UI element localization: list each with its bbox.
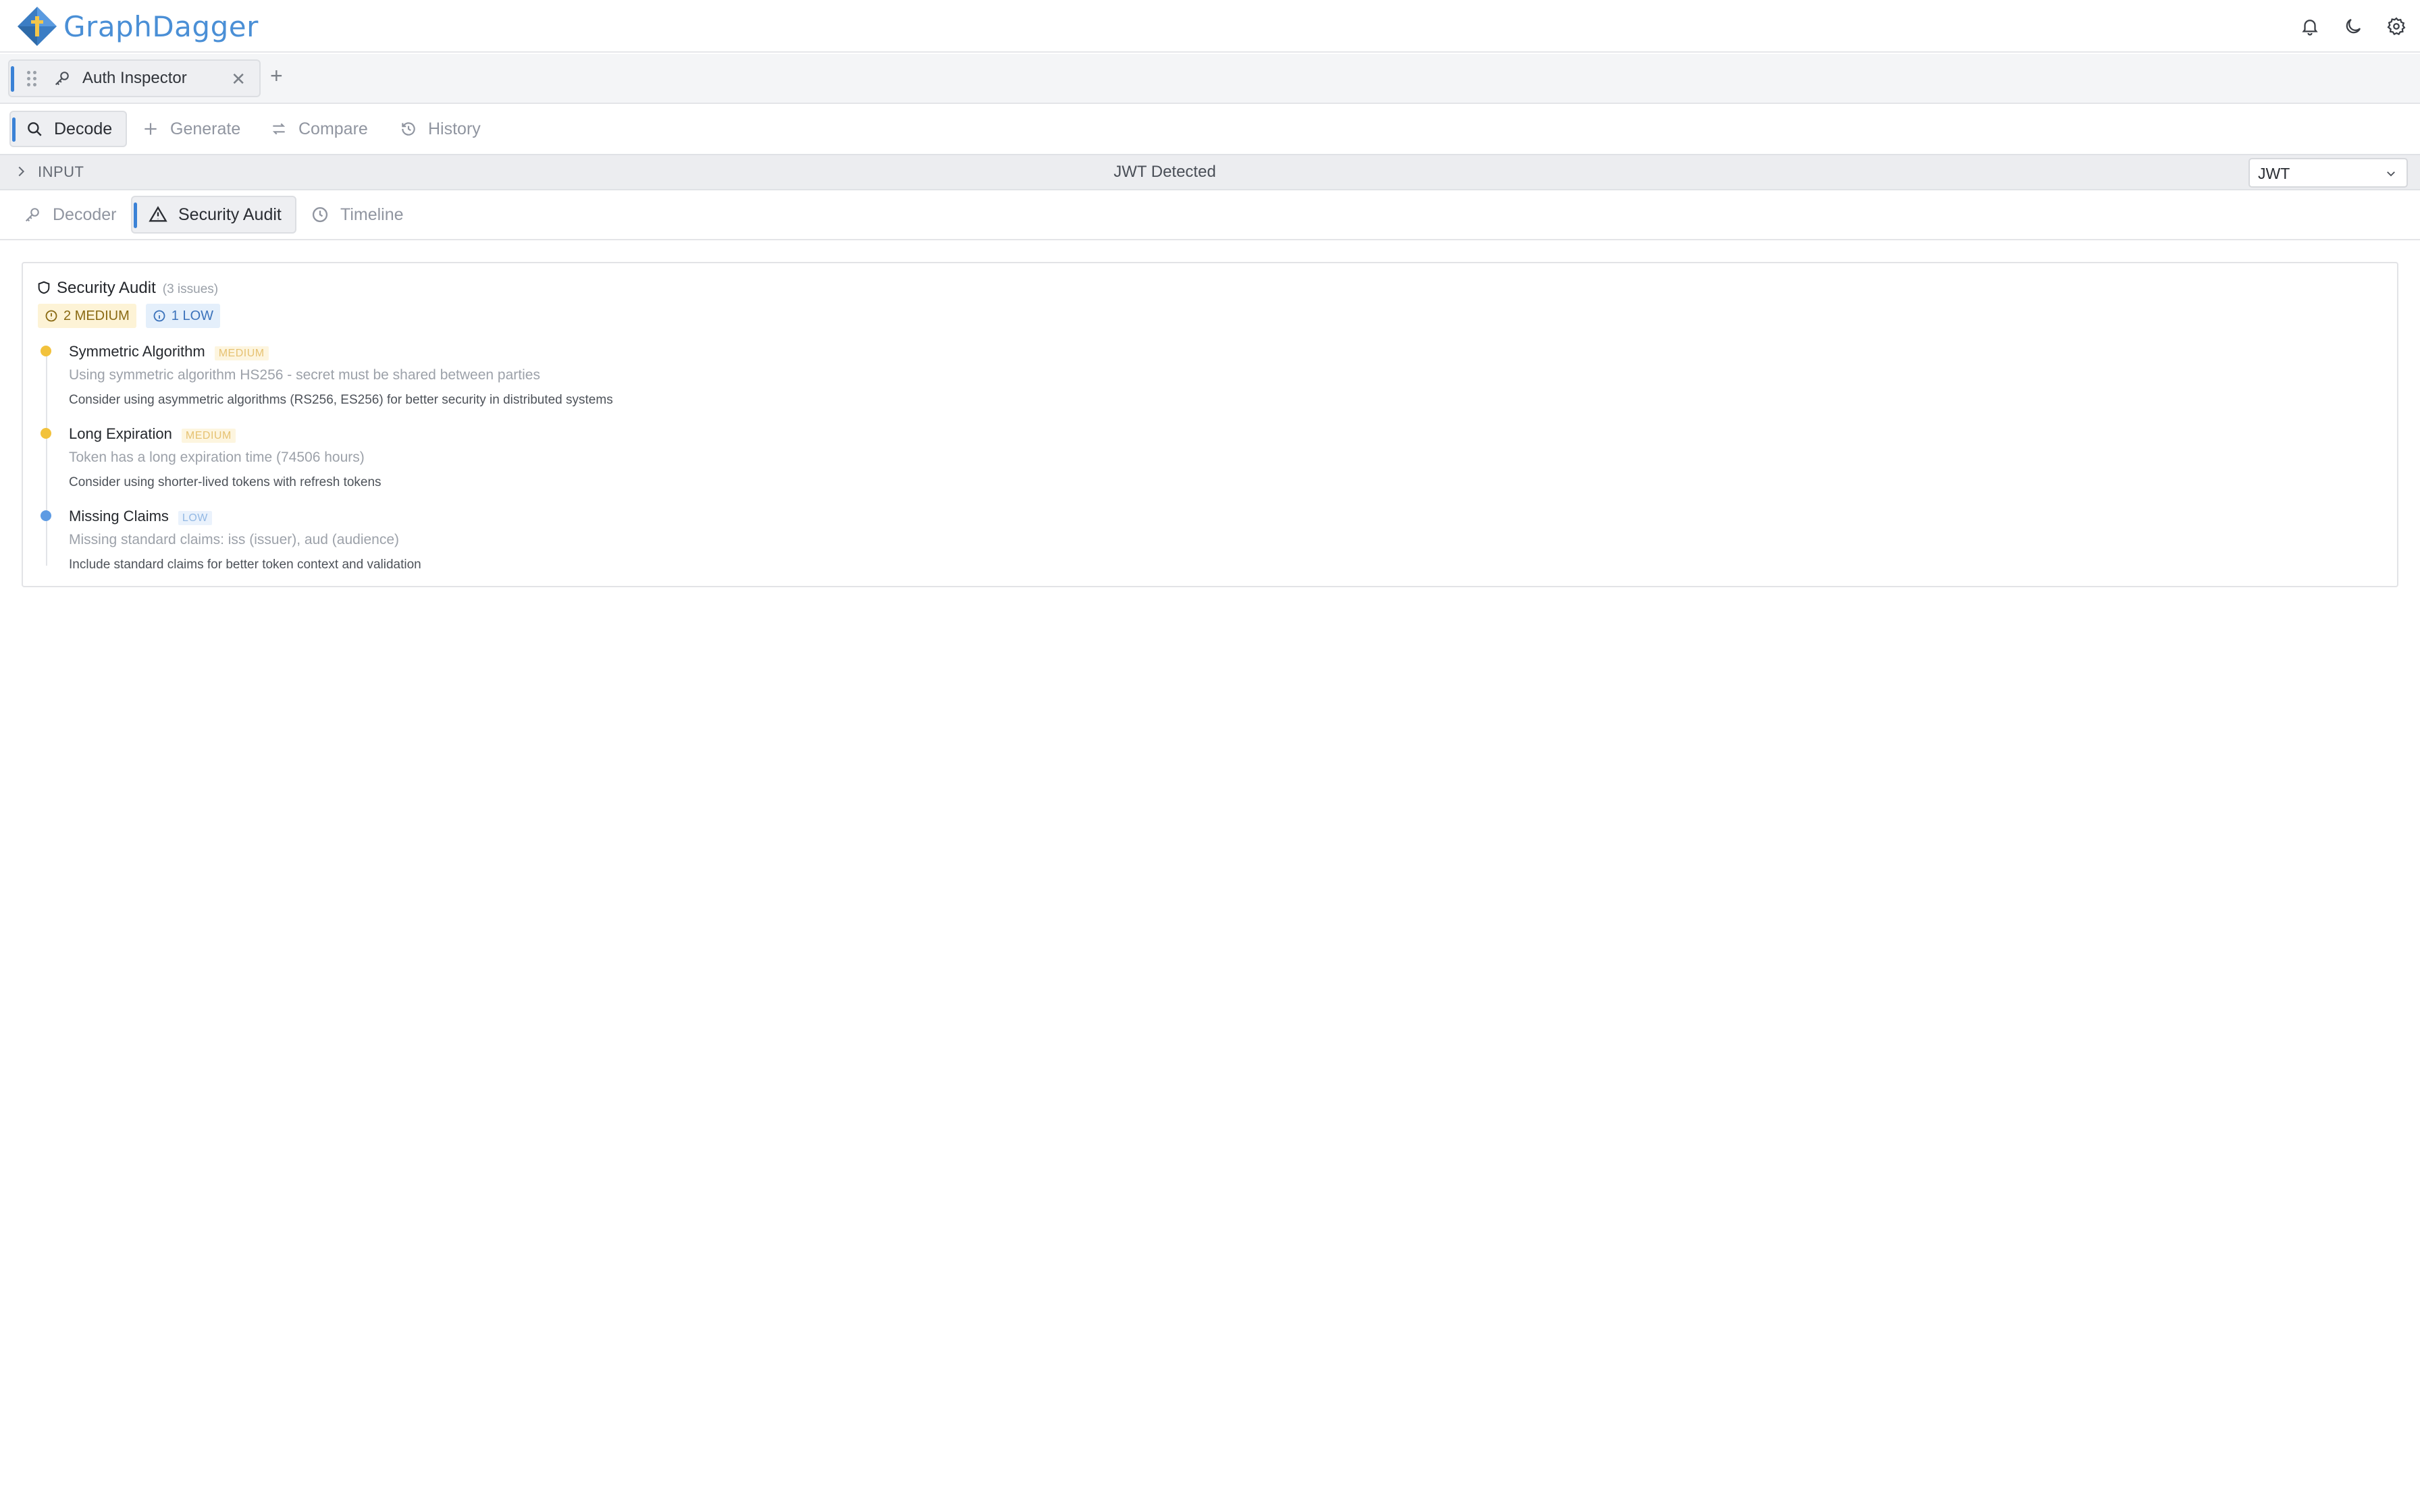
app-name: GraphDagger [63,9,259,43]
issue-description: Using symmetric algorithm HS256 - secret… [69,367,540,383]
generate-label: Generate [170,119,241,138]
compare-button[interactable]: Compare [270,111,368,147]
detection-status: JWT Detected [1113,163,1216,181]
issue-description: Token has a long expiration time (74506 … [69,450,365,465]
bell-icon[interactable] [2298,12,2321,40]
issue-name: Long Expiration MEDIUM [69,425,236,443]
app-logo[interactable]: GraphDagger [16,5,259,47]
tab-decoder-label: Decoder [53,205,117,224]
compare-label: Compare [298,119,368,138]
tab-decoder[interactable]: Decoder [23,196,117,234]
result-tabs: Decoder Security Audit Timeline [0,190,2420,240]
swap-icon [272,123,286,135]
issue-count: (3 issues) [162,282,219,296]
issue-description: Missing standard claims: iss (issuer), a… [69,532,400,547]
tab-strip: Auth Inspector ✕ + [0,54,2420,104]
tab-auth-inspector[interactable]: Auth Inspector ✕ [8,59,261,97]
close-tab-icon[interactable]: ✕ [231,69,246,90]
issue-recommendation: Consider using shorter-lived tokens with… [69,475,382,489]
low-count-label: 1 LOW [171,308,214,323]
audit-heading: Security Audit (3 issues) [36,278,218,298]
severity-badge: MEDIUM [214,346,269,360]
dagger-logo-icon [18,7,57,46]
issue-recommendation: Consider using asymmetric algorithms (RS… [69,393,613,407]
tab-timeline[interactable]: Timeline [311,196,404,234]
security-audit-card: Security Audit (3 issues) 2 MEDIUM 1 LOW… [22,262,2398,587]
search-icon [28,122,42,136]
severity-badge: MEDIUM [181,429,236,443]
tab-security-audit-label: Security Audit [178,205,282,224]
issue-timeline-line [46,351,47,566]
alert-circle-icon [45,310,57,322]
low-count-badge: 1 LOW [145,304,221,328]
app-header: GraphDagger [0,0,2420,53]
generate-button[interactable]: Generate [142,111,240,147]
severity-dot-low [41,510,51,521]
plus-icon [144,123,157,135]
warning-icon [149,206,167,222]
tab-security-audit[interactable]: Security Audit [131,196,296,234]
severity-badge: LOW [178,511,212,525]
severity-dot-medium [41,346,51,356]
chevron-down-icon [2387,171,2395,177]
key-icon [25,208,39,222]
medium-count-badge: 2 MEDIUM [38,304,136,328]
format-select[interactable]: JWT [2248,158,2408,188]
moon-icon[interactable] [2342,12,2365,40]
info-circle-icon [153,310,165,322]
history-icon [402,122,415,136]
format-select-value: JWT [2258,165,2290,182]
history-label: History [428,119,481,138]
severity-dot-medium [41,428,51,439]
decode-label: Decode [54,119,113,138]
medium-count-label: 2 MEDIUM [63,308,130,323]
tab-timeline-label: Timeline [340,205,404,224]
audit-title: Security Audit [57,279,156,297]
issue-name: Missing Claims LOW [69,508,212,525]
clock-icon [312,207,328,223]
tab-label: Auth Inspector [82,69,187,87]
issue-recommendation: Include standard claims for better token… [69,558,421,572]
active-tab-indicator [11,66,14,92]
input-bar[interactable]: INPUT JWT Detected JWT [0,154,2420,190]
issue-name: Symmetric Algorithm MEDIUM [69,343,269,360]
key-icon [55,72,69,86]
action-toolbar: Decode Generate Compare History [0,105,2420,154]
shield-icon [38,281,50,294]
add-tab-button[interactable]: + [270,63,283,88]
history-button[interactable]: History [400,111,481,147]
decode-button[interactable]: Decode [9,111,128,147]
gear-icon[interactable] [2385,12,2408,40]
drag-handle-icon[interactable] [27,70,41,86]
